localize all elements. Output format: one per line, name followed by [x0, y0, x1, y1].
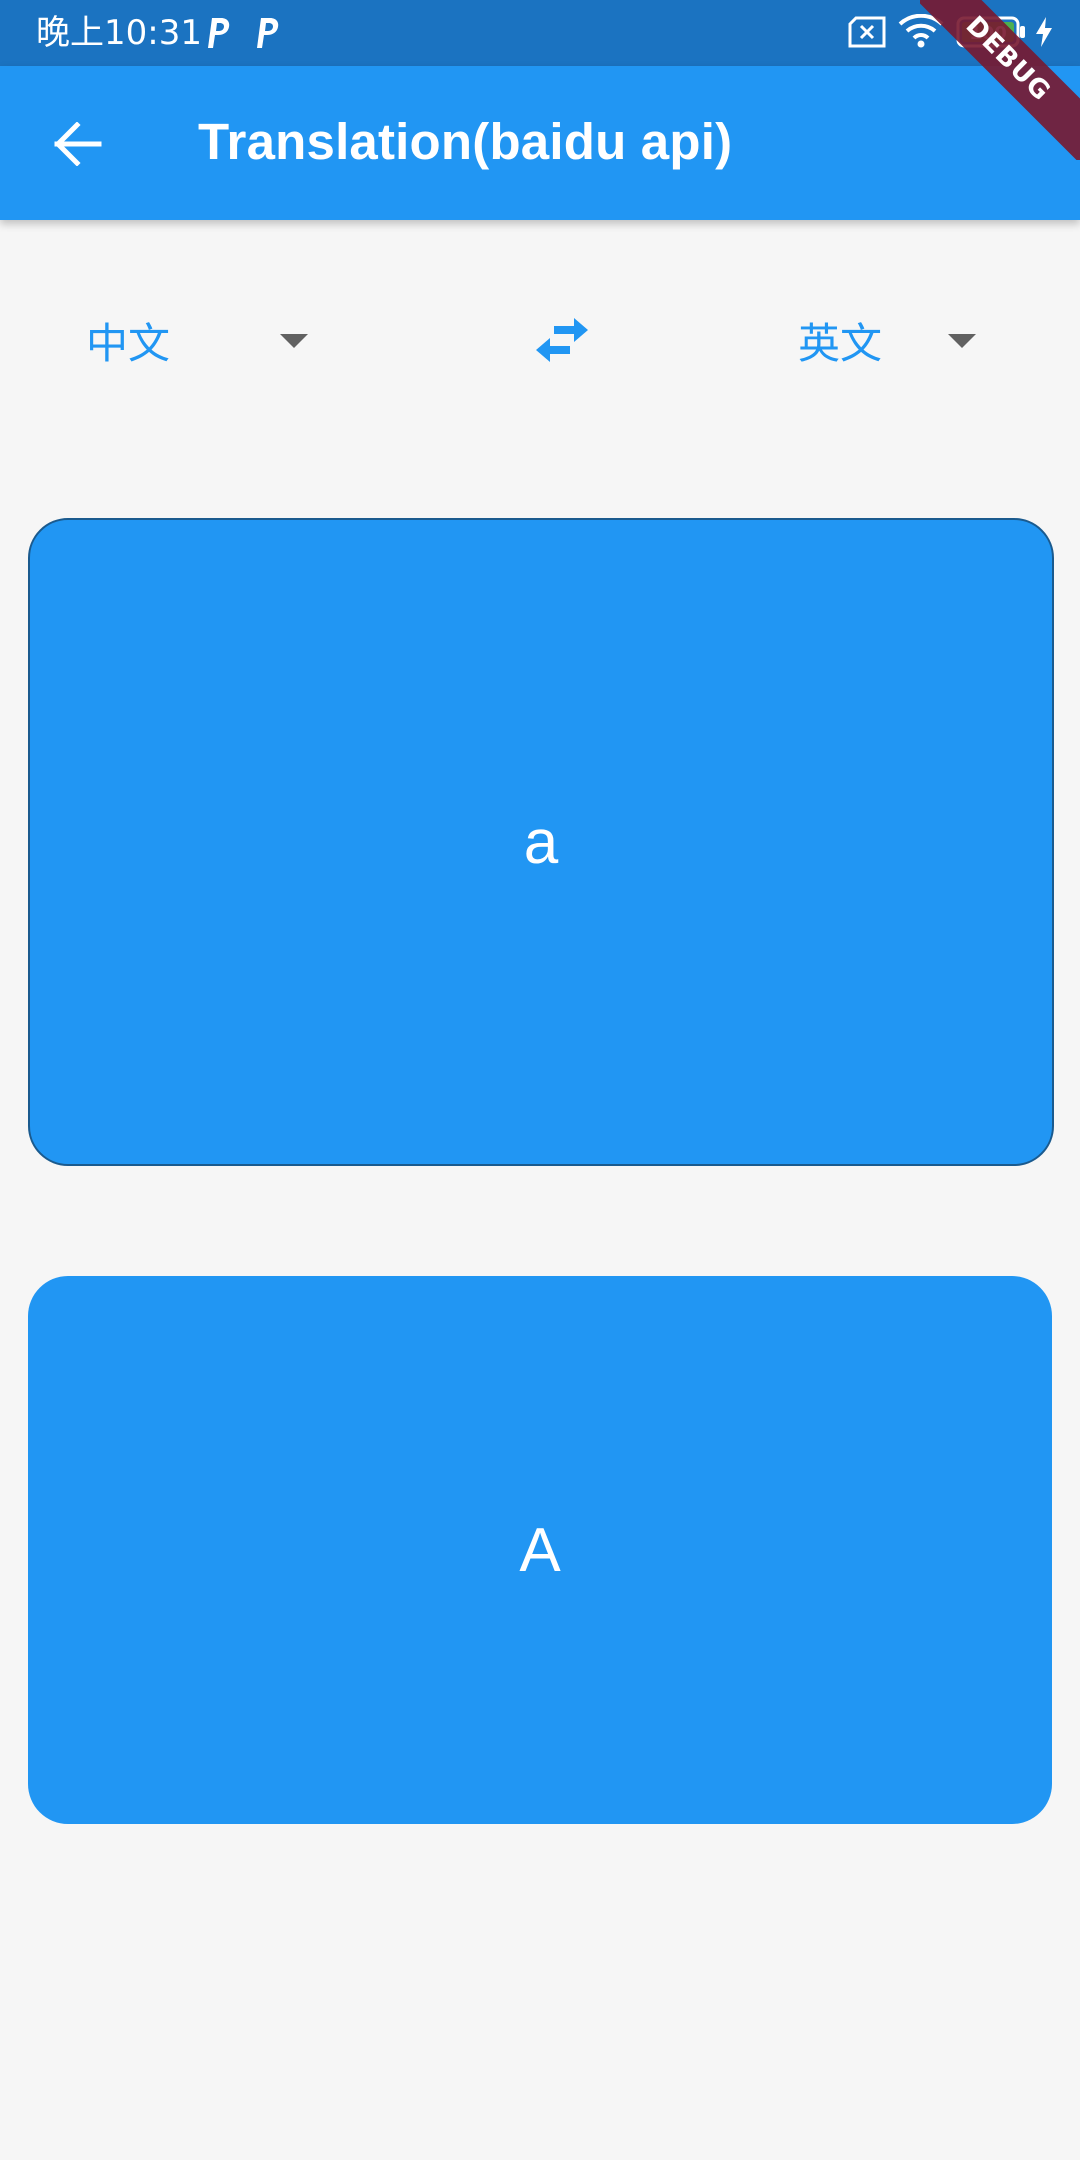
- battery-level: 100: [969, 23, 1007, 44]
- battery-icon: 100: [956, 16, 1025, 48]
- input-text: a: [523, 807, 559, 877]
- translation-result-text: A: [519, 1515, 561, 1585]
- p-notification-icon: [208, 18, 230, 48]
- target-language-label: 英文: [798, 318, 883, 368]
- page-title: Translation(baidu api): [198, 113, 733, 170]
- back-button[interactable]: [30, 102, 126, 186]
- arrow-drop-down-icon: [948, 334, 976, 348]
- source-language-label: 中文: [86, 318, 171, 368]
- sim-off-icon: [848, 16, 886, 48]
- target-language-dropdown[interactable]: 英文: [798, 300, 988, 380]
- swap-horiz-icon[interactable]: [530, 312, 594, 368]
- wifi-icon: [898, 14, 944, 48]
- language-selector: 中文 英文: [0, 300, 1080, 380]
- input-text-field[interactable]: a: [28, 518, 1054, 1166]
- charging-icon: [1036, 17, 1052, 47]
- source-language-dropdown[interactable]: 中文: [86, 300, 316, 380]
- app-bar: Translation(baidu api): [0, 66, 1080, 220]
- translation-result-card: A: [28, 1276, 1052, 1824]
- status-bar: 晚上10:31 100: [0, 0, 1080, 66]
- p-notification-icon: [257, 18, 279, 48]
- arrow-back-icon: [54, 122, 102, 166]
- status-time: 晚上10:31: [36, 13, 202, 53]
- arrow-drop-down-icon: [280, 334, 308, 348]
